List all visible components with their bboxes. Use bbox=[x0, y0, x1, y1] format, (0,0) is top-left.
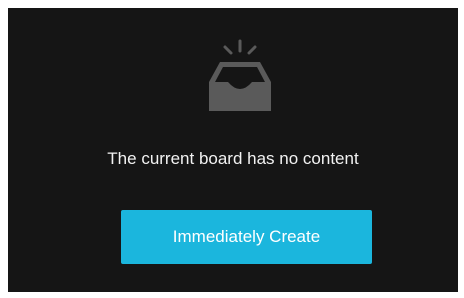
empty-state-message: The current board has no content bbox=[107, 149, 359, 168]
empty-board-panel: The current board has no content Immedia… bbox=[8, 8, 458, 292]
immediately-create-button[interactable]: Immediately Create bbox=[121, 210, 372, 264]
empty-inbox-icon bbox=[209, 39, 271, 111]
